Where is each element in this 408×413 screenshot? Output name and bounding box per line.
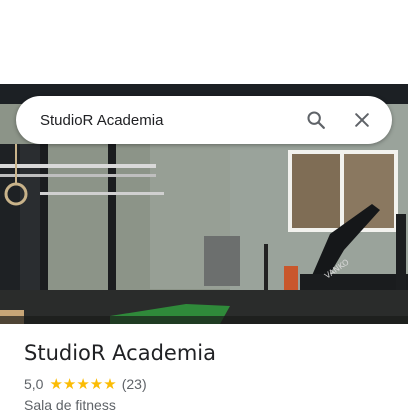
search-input[interactable]: StudioR Academia bbox=[40, 112, 290, 129]
rating-stars-icon: ★★★★★ bbox=[49, 376, 117, 393]
review-count[interactable]: (23) bbox=[122, 376, 147, 392]
close-icon bbox=[355, 113, 369, 127]
place-title: StudioR Academia bbox=[24, 341, 216, 365]
search-button[interactable] bbox=[296, 100, 336, 140]
rating-value: 5,0 bbox=[24, 376, 44, 392]
place-category: Sala de fitness bbox=[24, 397, 116, 413]
rating-row[interactable]: 5,0 ★★★★★ (23) bbox=[24, 375, 147, 393]
search-bar[interactable]: StudioR Academia bbox=[16, 96, 392, 144]
clear-search-button[interactable] bbox=[342, 100, 382, 140]
search-icon bbox=[307, 111, 325, 129]
